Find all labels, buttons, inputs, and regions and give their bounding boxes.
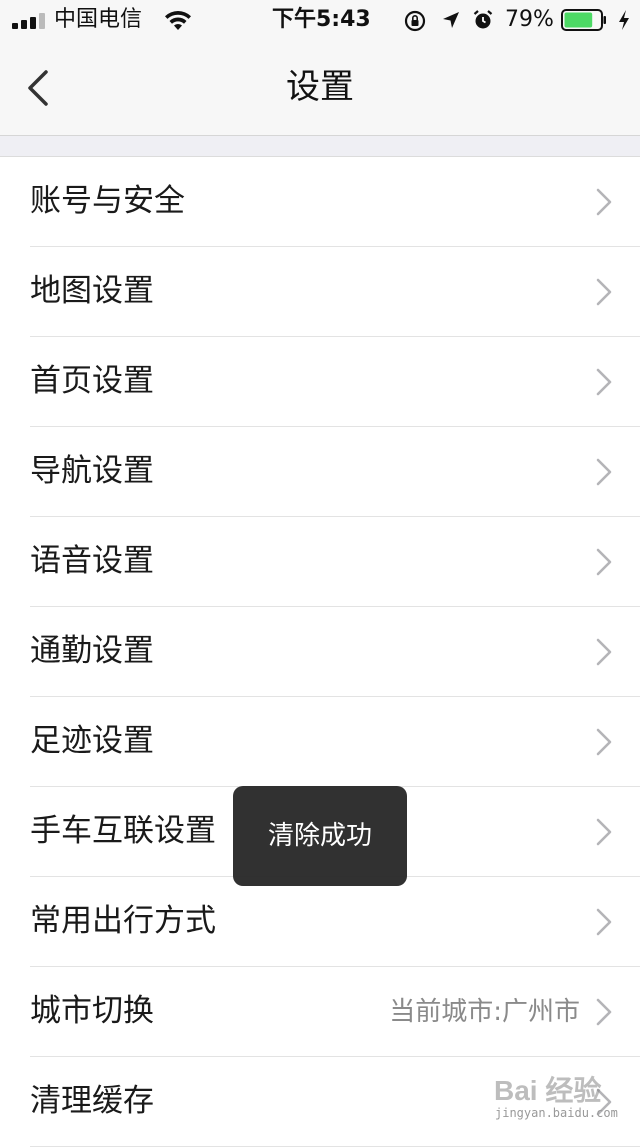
current-city-value: 当前城市:广州市: [389, 997, 580, 1027]
chevron-right-icon: [596, 458, 612, 486]
toast-message: 清除成功: [233, 786, 407, 886]
settings-item-label: 首页设置: [30, 363, 154, 399]
status-bar: 中国电信 下午5:43 79%: [0, 0, 640, 40]
settings-list: 账号与安全 地图设置 首页设置 导航设置 语音设置 通勤设置 足迹设置 手车互联…: [0, 157, 640, 1147]
signal-icon: [12, 13, 45, 29]
back-arrow-icon[interactable]: [18, 66, 62, 110]
page-title: 设置: [286, 67, 354, 107]
settings-item-label: 语音设置: [30, 543, 154, 579]
section-divider: [0, 136, 640, 157]
settings-item-homepage[interactable]: 首页设置: [0, 337, 640, 427]
navigation-bar: 设置: [0, 40, 640, 136]
settings-item-label: 通勤设置: [30, 633, 154, 669]
settings-item-city-switch[interactable]: 城市切换 当前城市:广州市: [0, 967, 640, 1057]
chevron-right-icon: [596, 908, 612, 936]
settings-item-label: 导航设置: [30, 453, 154, 489]
settings-item-label: 手车互联设置: [30, 813, 216, 849]
battery-icon: [561, 9, 606, 31]
carrier-name: 中国电信: [54, 7, 143, 32]
wifi-icon: [165, 11, 191, 30]
settings-item-label: 城市切换: [30, 993, 154, 1029]
watermark-text: Bai 经验: [494, 1074, 601, 1106]
location-arrow-icon: [443, 12, 459, 28]
settings-item-label: 足迹设置: [30, 723, 154, 759]
battery-percent: 79%: [505, 7, 554, 32]
settings-item-commute[interactable]: 通勤设置: [0, 607, 640, 697]
chevron-right-icon: [596, 728, 612, 756]
settings-item-voice[interactable]: 语音设置: [0, 517, 640, 607]
settings-item-travel-mode[interactable]: 常用出行方式: [0, 877, 640, 967]
charging-bolt-icon: [619, 10, 629, 30]
rotation-lock-icon: [404, 10, 426, 32]
chevron-right-icon: [596, 188, 612, 216]
chevron-right-icon: [596, 548, 612, 576]
settings-item-map[interactable]: 地图设置: [0, 247, 640, 337]
settings-item-label: 常用出行方式: [30, 903, 216, 939]
settings-item-footprint[interactable]: 足迹设置: [0, 697, 640, 787]
chevron-right-icon: [596, 368, 612, 396]
chevron-right-icon: [596, 998, 612, 1026]
settings-item-label: 地图设置: [30, 273, 154, 309]
chevron-right-icon: [596, 638, 612, 666]
settings-item-account-security[interactable]: 账号与安全: [0, 157, 640, 247]
watermark-subtext: jingyan.baidu.com: [495, 1106, 618, 1120]
status-time: 下午5:43: [272, 7, 371, 32]
settings-item-label: 清理缓存: [30, 1083, 154, 1119]
settings-item-label: 账号与安全: [30, 183, 185, 219]
chevron-right-icon: [596, 278, 612, 306]
chevron-right-icon: [596, 818, 612, 846]
settings-item-navigation[interactable]: 导航设置: [0, 427, 640, 517]
alarm-icon: [473, 10, 493, 29]
